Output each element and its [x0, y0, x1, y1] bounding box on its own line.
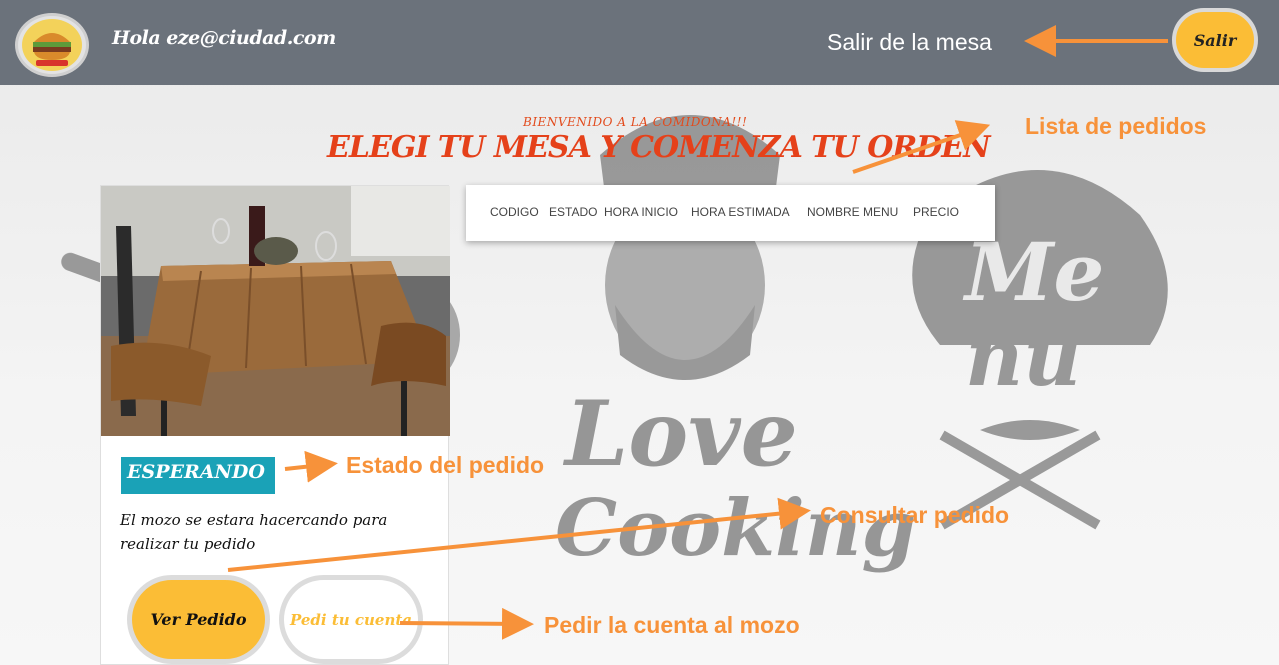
leave-table-text: Salir de la mesa	[827, 29, 992, 55]
table-card: ESPERANDO El mozo se estara hacercando p…	[100, 185, 450, 665]
column-header: PRECIO	[913, 205, 960, 219]
column-header: CODIGO	[490, 205, 539, 219]
annotation-orders-list: Lista de pedidos	[1025, 113, 1207, 139]
restaurant-logo	[15, 13, 89, 77]
annotation-order-status: Estado del pedido	[346, 452, 545, 478]
order-status-badge: ESPERANDO	[121, 457, 275, 494]
orders-table: CODIGO ESTADO HORA INICIO HORA ESTIMADA …	[466, 185, 995, 241]
annotation-check-order: Consultar pedido	[820, 502, 1010, 528]
page-headline: ELEGI TU MESA Y COMENZA TU ORDEN	[327, 130, 991, 165]
svg-text:nu: nu	[965, 310, 1081, 404]
column-header: HORA INICIO	[604, 205, 679, 219]
welcome-text: BIENVENIDO A LA COMIDONA!!!	[523, 115, 748, 129]
status-message: El mozo se estara hacercando para realiz…	[120, 511, 388, 553]
column-header: ESTADO	[549, 205, 598, 219]
column-header: NOMBRE MENU	[807, 205, 899, 219]
user-greeting: Hola eze@ciudad.com	[112, 27, 336, 49]
annotation-ask-bill: Pedir la cuenta al mozo	[544, 612, 800, 638]
view-order-button[interactable]: Ver Pedido	[127, 575, 270, 664]
top-navigation-bar: Hola eze@ciudad.com Salir de la mesa Sal…	[0, 0, 1279, 85]
svg-text:Love: Love	[562, 381, 798, 487]
ask-bill-button[interactable]: Pedi tu cuenta	[279, 575, 423, 664]
table-photo	[101, 186, 450, 436]
column-header: HORA ESTIMADA	[691, 205, 790, 219]
logout-button[interactable]: Salir	[1172, 8, 1258, 72]
orders-table-header-row: CODIGO ESTADO HORA INICIO HORA ESTIMADA …	[466, 205, 963, 219]
